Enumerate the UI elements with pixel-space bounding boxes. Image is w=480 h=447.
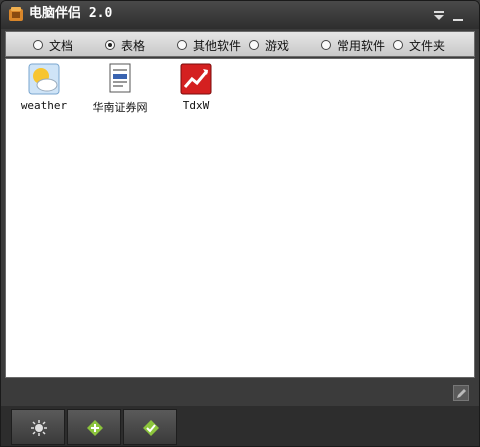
weather-icon bbox=[28, 63, 60, 95]
app-window: 电脑伴侣 2.0 文档 表格 其他软件 游戏 常用软件 文件夹 weather … bbox=[0, 0, 480, 447]
category-label: 常用软件 bbox=[337, 38, 386, 53]
radio-button-selected[interactable] bbox=[105, 40, 115, 50]
category-label: 游戏 bbox=[265, 38, 290, 53]
radio-button[interactable] bbox=[177, 40, 187, 50]
title-bar[interactable]: 电脑伴侣 2.0 bbox=[1, 1, 479, 29]
check-edit-icon bbox=[143, 420, 159, 436]
shortcut-tdxw[interactable]: TdxW bbox=[158, 63, 234, 119]
radio-button[interactable] bbox=[33, 40, 43, 50]
shortcut-label: TdxW bbox=[182, 99, 210, 112]
check-edit-button[interactable] bbox=[123, 409, 177, 445]
category-label: 表格 bbox=[121, 38, 146, 53]
category-label: 文档 bbox=[49, 38, 74, 53]
add-item-button[interactable] bbox=[67, 409, 121, 445]
edit-button[interactable] bbox=[453, 385, 469, 401]
stock-chart-icon bbox=[180, 63, 212, 95]
dropdown-menu-icon[interactable] bbox=[433, 10, 445, 22]
settings-button[interactable] bbox=[11, 409, 65, 445]
category-label: 其他软件 bbox=[193, 38, 242, 53]
radio-button[interactable] bbox=[321, 40, 331, 50]
bottom-toolbar bbox=[1, 406, 479, 446]
radio-button[interactable] bbox=[249, 40, 259, 50]
app-logo-icon bbox=[9, 7, 23, 21]
shortcut-huanan-securities[interactable]: 华南证券网 bbox=[82, 63, 158, 119]
pencil-icon bbox=[457, 389, 466, 398]
window-title: 电脑伴侣 2.0 bbox=[29, 6, 113, 21]
minimize-icon[interactable] bbox=[452, 10, 464, 22]
radio-button[interactable] bbox=[393, 40, 403, 50]
web-document-icon bbox=[109, 63, 131, 93]
shortcut-label: 华南证券网 bbox=[92, 101, 148, 114]
category-other-software[interactable]: 其他软件 bbox=[177, 37, 241, 53]
shortcut-label: weather bbox=[20, 99, 68, 112]
category-label: 文件夹 bbox=[409, 38, 446, 53]
settings-sun-icon bbox=[31, 420, 47, 436]
shortcut-list: weather 华南证券网 TdxW bbox=[5, 58, 475, 378]
add-item-icon bbox=[87, 420, 103, 436]
shortcut-weather[interactable]: weather bbox=[6, 63, 82, 119]
category-documents[interactable]: 文档 bbox=[33, 37, 73, 53]
category-folders[interactable]: 文件夹 bbox=[393, 37, 445, 53]
category-common-software[interactable]: 常用软件 bbox=[321, 37, 385, 53]
status-strip bbox=[5, 381, 475, 405]
category-tab-bar: 文档 表格 其他软件 游戏 常用软件 文件夹 bbox=[5, 31, 475, 57]
category-spreadsheets[interactable]: 表格 bbox=[105, 37, 145, 53]
category-games[interactable]: 游戏 bbox=[249, 37, 289, 53]
